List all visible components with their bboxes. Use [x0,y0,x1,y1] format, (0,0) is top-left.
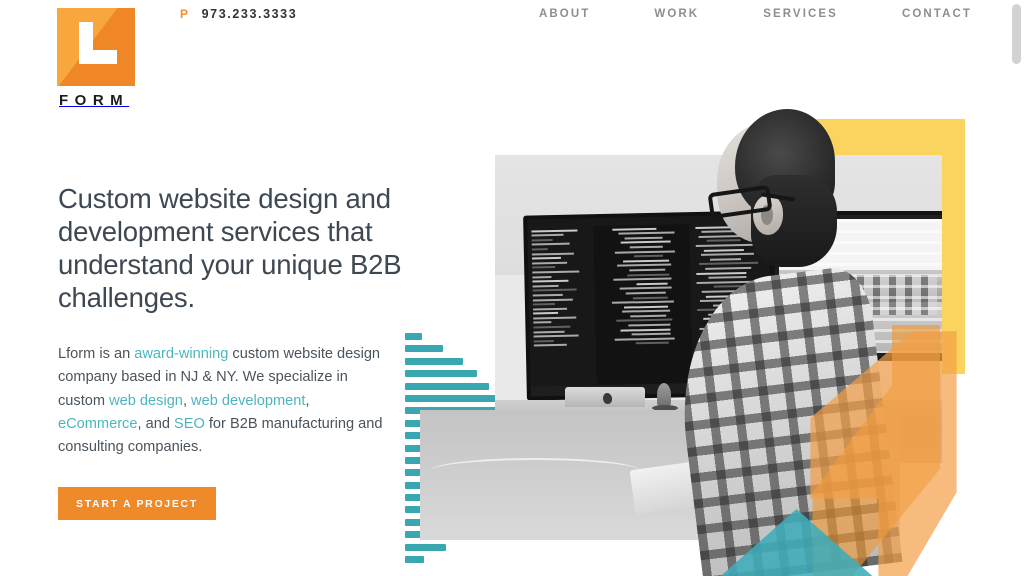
hero-text-segment-4: , [305,392,310,409]
nav-item-services[interactable]: SERVICES [763,8,838,20]
link-seo[interactable]: SEO [174,416,205,432]
start-a-project-button[interactable]: START A PROJECT [58,487,216,521]
nav-item-work[interactable]: WORK [654,8,699,20]
hero-copy-block: Custom website design and development se… [58,182,403,521]
photo-cable [430,458,640,484]
logo-link[interactable]: FORM [57,8,137,109]
nav-item-about[interactable]: ABOUT [539,8,590,20]
link-ecommerce[interactable]: eCommerce [58,416,137,432]
hero-headline: Custom website design and development se… [58,183,402,313]
link-award-winning[interactable]: award-winning [134,346,228,362]
page-scrollbar-track[interactable] [1009,0,1024,576]
phone-block[interactable]: P 973.233.3333 [180,7,297,21]
code-pane-sidebar [531,226,586,392]
phone-number[interactable]: 973.233.3333 [202,7,298,21]
hero-text-segment-5: , and [137,415,174,432]
photo-figurine [657,383,671,407]
hero-text-segment-1: Lform is an [58,346,135,362]
site-header: FORM P 973.233.3333 ABOUT WORK SERVICES … [0,0,1024,110]
hero-text-segment-3: , [182,392,192,409]
phone-prefix-label: P [180,7,189,21]
nav-item-contact[interactable]: CONTACT [902,8,972,20]
hero-description: Lform is an award-winning custom website… [58,343,393,459]
logo-mark-icon [57,8,135,86]
hero-artwork [395,105,995,576]
logo-wordmark: FORM [59,92,130,109]
code-pane-main [593,224,693,392]
link-web-development[interactable]: web development [191,393,305,409]
link-web-design[interactable]: web design [109,393,183,409]
main-navigation: ABOUT WORK SERVICES CONTACT [539,8,972,20]
page-scrollbar-thumb[interactable] [1012,4,1021,64]
